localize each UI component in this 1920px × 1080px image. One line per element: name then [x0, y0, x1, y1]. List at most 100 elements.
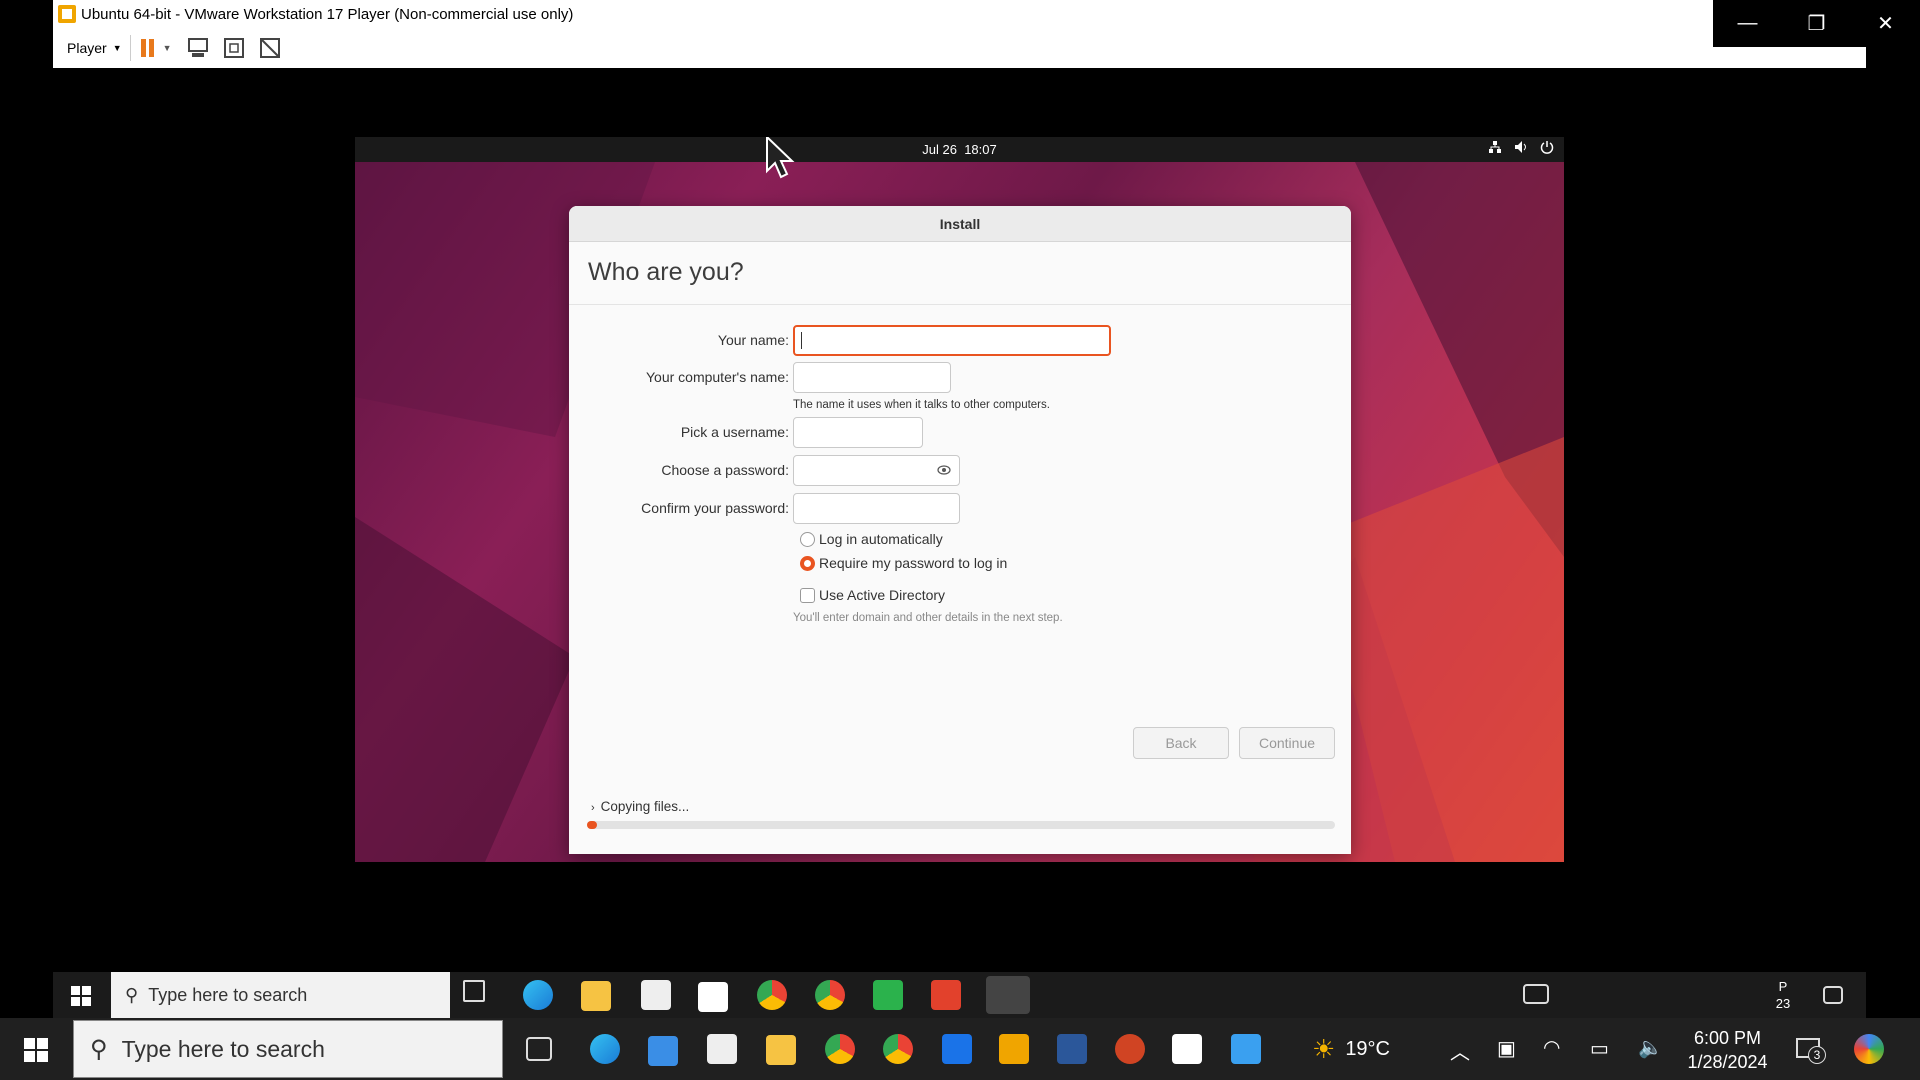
wifi-icon[interactable]: ◠	[1543, 1035, 1560, 1060]
fit-guest-icon[interactable]	[222, 37, 246, 59]
speaker-icon[interactable]: 🔈	[1638, 1035, 1663, 1060]
vmware-title-bar: Ubuntu 64-bit - VMware Workstation 17 Pl…	[53, 0, 1713, 28]
expander-chevron-icon: ›	[591, 802, 595, 814]
weather-icon: ☀	[1312, 1034, 1336, 1064]
confirm-password-input[interactable]	[793, 493, 960, 524]
taskbar-photos-icon[interactable]	[1231, 1034, 1261, 1064]
taskbar-media-player-icon[interactable]	[942, 1034, 972, 1064]
ubuntu-clock[interactable]: Jul 26 18:07	[355, 142, 1564, 157]
auto-login-radio[interactable]	[800, 532, 815, 547]
taskbar-chrome-profile-icon[interactable]	[883, 1034, 913, 1064]
weather-widget[interactable]: ☀ 19°C	[1312, 1034, 1390, 1065]
back-button[interactable]: Back	[1133, 727, 1229, 759]
news-icon[interactable]	[1523, 984, 1549, 1004]
weather-temperature: 19°C	[1345, 1038, 1390, 1060]
minimize-icon: —	[1737, 12, 1758, 34]
task-view-icon[interactable]	[463, 980, 485, 1002]
chrome-icon[interactable]	[757, 980, 787, 1010]
ubuntu-top-bar: Jul 26 18:07	[355, 137, 1564, 162]
installer-window: Install Who are you? Your name: Your com…	[569, 206, 1351, 854]
dropdown-arrow-icon: ▼	[112, 43, 122, 53]
search-icon: ⚲	[125, 984, 139, 1005]
password-input[interactable]	[793, 455, 960, 486]
restore-button[interactable]: ❐	[1782, 0, 1851, 47]
taskbar-task-view-icon[interactable]	[526, 1037, 552, 1061]
windows-taskbar: ⚲ Type here to search ☀ 19°C ︿ ▣ ◠ ▭ 🔈 6…	[0, 1018, 1920, 1080]
show-password-icon[interactable]	[937, 464, 951, 476]
inner-taskbar: ⚲ Type here to search P 23	[53, 972, 1866, 1018]
active-directory-checkbox[interactable]	[800, 588, 815, 603]
store-icon[interactable]	[641, 980, 671, 1010]
taskbar-clock[interactable]: 6:00 PM 1/28/2024	[1680, 1026, 1775, 1074]
vmware-app-icon	[58, 5, 76, 23]
copilot-icon[interactable]	[1854, 1034, 1884, 1064]
your-name-label: Your name:	[717, 332, 789, 348]
start-icon[interactable]	[71, 986, 91, 1006]
taskbar-powerpoint-icon[interactable]	[1115, 1034, 1145, 1064]
pause-button[interactable]: ▼	[139, 37, 172, 59]
require-password-label[interactable]: Require my password to log in	[819, 555, 1007, 571]
battery-icon[interactable]: ▭	[1590, 1036, 1609, 1061]
progress-label: Copying files...	[600, 798, 690, 814]
inner-clock[interactable]: P 23	[1773, 978, 1793, 1012]
ubuntu-system-tray[interactable]	[1488, 140, 1554, 154]
unity-mode-icon[interactable]	[258, 37, 282, 59]
close-button[interactable]: ✕	[1851, 0, 1920, 47]
progress-track	[587, 821, 1335, 829]
close-icon: ✕	[1877, 13, 1894, 35]
inner-notification-icon[interactable]	[1823, 986, 1843, 1004]
taskbar-search-placeholder: Type here to search	[121, 1035, 325, 1062]
notification-center-button[interactable]: 3	[1796, 1036, 1826, 1064]
continue-button[interactable]: Continue	[1239, 727, 1335, 759]
windows-start-icon[interactable]	[24, 1038, 48, 1062]
username-input[interactable]	[793, 417, 923, 448]
computer-name-label: Your computer's name:	[645, 369, 789, 385]
show-hidden-icons-icon[interactable]: ︿	[1450, 1036, 1470, 1065]
active-directory-label[interactable]: Use Active Directory	[819, 587, 945, 603]
taskbar-edge-icon[interactable]	[590, 1034, 620, 1064]
auto-login-label[interactable]: Log in automatically	[819, 531, 943, 547]
toolbar-divider	[129, 35, 131, 61]
minimize-button[interactable]: —	[1713, 0, 1782, 47]
edge-icon[interactable]	[523, 980, 553, 1010]
taskbar-vmware-icon[interactable]	[999, 1034, 1029, 1064]
progress-fill	[587, 821, 598, 829]
camtasia-red-icon[interactable]	[931, 980, 961, 1010]
inner-search-placeholder: Type here to search	[148, 984, 308, 1005]
power-icon	[1540, 141, 1554, 154]
vmware-window-title: Ubuntu 64-bit - VMware Workstation 17 Pl…	[81, 5, 574, 23]
taskbar-search-box[interactable]: ⚲ Type here to search	[73, 1020, 503, 1078]
taskbar-store-icon[interactable]	[707, 1034, 737, 1064]
text-caret	[801, 332, 802, 349]
chrome-profile-icon[interactable]	[815, 980, 845, 1010]
taskbar-file-explorer-icon[interactable]	[766, 1035, 796, 1065]
player-menu-label: Player	[67, 40, 107, 56]
guest-screen[interactable]: Jul 26 18:07 Install Who are you? Your n…	[355, 137, 1564, 862]
player-menu[interactable]: Player ▼	[61, 36, 128, 60]
vmware-toolbar: Player ▼ ▼	[53, 28, 1866, 68]
installer-title: Install	[569, 206, 1351, 242]
require-password-radio[interactable]	[800, 556, 815, 571]
mail-icon[interactable]	[698, 982, 728, 1012]
file-explorer-icon[interactable]	[581, 981, 611, 1011]
vmware-taskbar-icon[interactable]	[986, 976, 1030, 1014]
computer-name-input[interactable]	[793, 362, 951, 393]
pause-dropdown-arrow-icon: ▼	[162, 43, 172, 53]
network-icon	[1489, 141, 1501, 153]
taskbar-chrome-icon[interactable]	[825, 1034, 855, 1064]
restore-icon: ❐	[1807, 13, 1826, 35]
send-ctrl-alt-del-icon[interactable]	[186, 37, 210, 59]
meet-now-icon[interactable]: ▣	[1497, 1036, 1516, 1061]
progress-expander[interactable]: › Copying files...	[591, 798, 690, 815]
clock-date: Jul 26	[922, 142, 957, 157]
your-name-input[interactable]	[793, 325, 1111, 356]
inner-search-box[interactable]: ⚲ Type here to search	[111, 972, 450, 1018]
computer-name-hint: The name it uses when it talks to other …	[793, 399, 1050, 411]
clock-time: 18:07	[964, 142, 997, 157]
camtasia-green-icon[interactable]	[873, 980, 903, 1010]
taskbar-word-icon[interactable]	[1057, 1034, 1087, 1064]
taskbar-search-icon: ⚲	[90, 1035, 108, 1063]
pause-icon	[140, 39, 154, 57]
taskbar-mail-icon[interactable]	[648, 1036, 678, 1066]
taskbar-typora-icon[interactable]	[1172, 1034, 1202, 1064]
